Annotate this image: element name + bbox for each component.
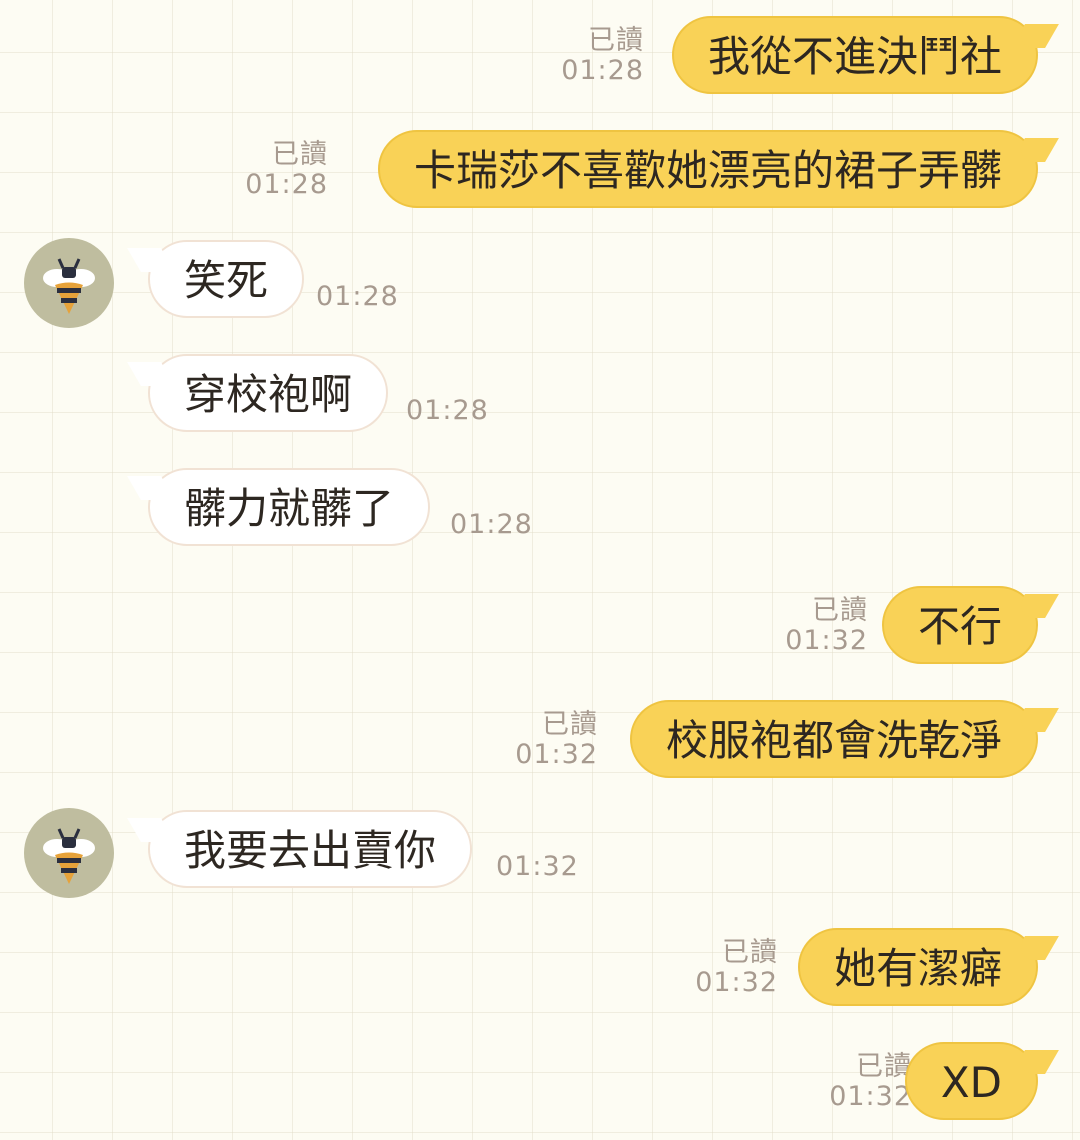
- timestamp: 01:28: [245, 169, 328, 200]
- message-row: 已讀 01:32 她有潔癖: [0, 928, 1080, 1008]
- message-meta: 已讀 01:28: [245, 140, 328, 200]
- message-meta: 已讀 01:32: [515, 710, 598, 770]
- contact-avatar[interactable]: [24, 238, 114, 328]
- timestamp: 01:32: [695, 967, 778, 998]
- timestamp: 01:32: [515, 739, 598, 770]
- message-row: 髒力就髒了 01:28: [0, 468, 1080, 548]
- message-row: 我要去出賣你 01:32: [0, 808, 1080, 898]
- message-row: 已讀 01:28 卡瑞莎不喜歡她漂亮的裙子弄髒: [0, 130, 1080, 210]
- timestamp: 01:32: [829, 1081, 912, 1112]
- message-meta: 01:28: [316, 282, 399, 312]
- timestamp: 01:28: [561, 55, 644, 86]
- timestamp: 01:32: [496, 851, 579, 882]
- received-message-bubble[interactable]: 穿校袍啊: [148, 354, 389, 432]
- sent-message-bubble[interactable]: XD: [904, 1042, 1038, 1120]
- message-meta: 已讀 01:32: [785, 596, 868, 656]
- message-row: 穿校袍啊 01:28: [0, 354, 1080, 434]
- message-row: 已讀 01:32 不行: [0, 586, 1080, 666]
- received-message-bubble[interactable]: 我要去出賣你: [148, 810, 473, 888]
- chat-transcript[interactable]: 已讀 01:28 我從不進決鬥社 已讀 01:28 卡瑞莎不喜歡她漂亮的裙子弄髒: [0, 0, 1080, 1140]
- message-meta: 01:28: [450, 510, 533, 540]
- message-meta: 01:32: [496, 852, 579, 882]
- timestamp: 01:28: [450, 509, 533, 540]
- message-row: 已讀 01:32 XD: [0, 1042, 1080, 1122]
- contact-avatar[interactable]: [24, 808, 114, 898]
- sent-message-bubble[interactable]: 她有潔癖: [797, 928, 1038, 1006]
- timestamp: 01:32: [785, 625, 868, 656]
- timestamp: 01:28: [316, 281, 399, 312]
- read-receipt: 已讀: [272, 139, 328, 170]
- message-row: 已讀 01:32 校服袍都會洗乾淨: [0, 700, 1080, 780]
- bee-icon: [43, 828, 95, 884]
- read-receipt: 已讀: [856, 1051, 912, 1082]
- sent-message-bubble[interactable]: 校服袍都會洗乾淨: [629, 700, 1038, 778]
- message-meta: 01:28: [406, 396, 489, 426]
- read-receipt: 已讀: [542, 709, 598, 740]
- message-meta: 已讀 01:32: [829, 1052, 912, 1112]
- message-row: 已讀 01:28 我從不進決鬥社: [0, 16, 1080, 96]
- message-meta: 已讀 01:32: [695, 938, 778, 998]
- received-message-bubble[interactable]: 笑死: [148, 240, 305, 318]
- read-receipt: 已讀: [588, 25, 644, 56]
- received-message-bubble[interactable]: 髒力就髒了: [148, 468, 431, 546]
- bee-icon: [43, 258, 95, 314]
- sent-message-bubble[interactable]: 我從不進決鬥社: [671, 16, 1038, 94]
- read-receipt: 已讀: [812, 595, 868, 626]
- message-meta: 已讀 01:28: [561, 26, 644, 86]
- sent-message-bubble[interactable]: 卡瑞莎不喜歡她漂亮的裙子弄髒: [377, 130, 1038, 208]
- sent-message-bubble[interactable]: 不行: [881, 586, 1038, 664]
- timestamp: 01:28: [406, 395, 489, 426]
- read-receipt: 已讀: [722, 937, 778, 968]
- message-row: 笑死 01:28: [0, 238, 1080, 328]
